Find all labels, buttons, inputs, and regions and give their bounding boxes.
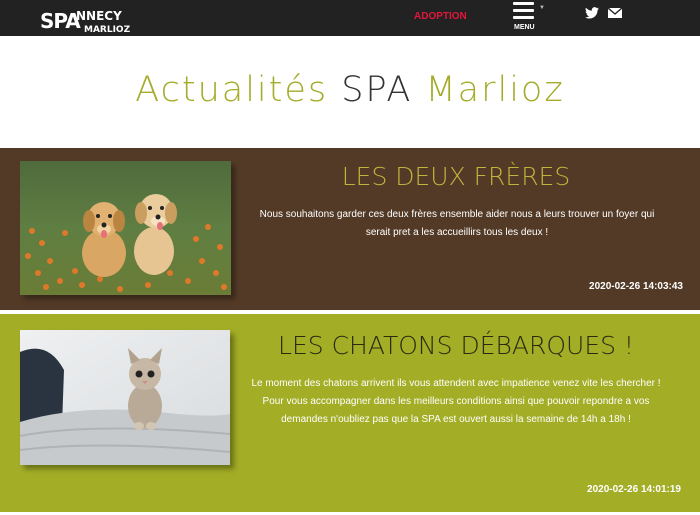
article-excerpt: Le moment des chatons arrivent ils vous … (251, 378, 661, 425)
logo-brand: SPA (40, 9, 81, 33)
article-date: 2020-02-26 14:01:19 (587, 484, 681, 495)
puppies-photo[interactable] (20, 161, 231, 295)
puppies-image (20, 161, 231, 295)
page-title-part2: SPA (341, 70, 413, 110)
page-title-part1: Actualités (135, 70, 342, 110)
article-title[interactable]: LES CHATONS DÉBARQUES ! (250, 331, 662, 360)
hamburger-icon (513, 2, 534, 5)
adoption-link[interactable]: ADOPTION (414, 11, 467, 22)
caret-down-icon: ▼ (539, 5, 545, 11)
article-card: LES CHATONS DÉBARQUES ! Le moment des ch… (0, 314, 700, 512)
page-title-part3: Marlioz (412, 70, 565, 110)
twitter-icon[interactable] (585, 7, 599, 19)
article-date: 2020-02-26 14:03:43 (589, 281, 683, 292)
top-navigation-bar: SPA NNECY MARLIOZ ADOPTION ▼ MENU (0, 0, 700, 59)
spa-logo[interactable]: SPA NNECY MARLIOZ (36, 4, 130, 62)
hamburger-icon-bar (513, 16, 534, 19)
article-title[interactable]: LES DEUX FRÈRES (250, 162, 662, 191)
logo-animals-icon (58, 39, 119, 59)
hamburger-icon-bar (513, 9, 534, 12)
menu-label: MENU (514, 24, 535, 31)
page-title: Actualités SPA Marlioz (0, 70, 700, 110)
article-excerpt: Nous souhaitons garder ces deux frères e… (259, 209, 655, 238)
menu-button[interactable]: ▼ MENU (510, 1, 545, 33)
logo-city: NNECY (76, 9, 122, 23)
kitten-image (20, 330, 230, 465)
mail-icon[interactable] (608, 8, 622, 18)
kitten-photo[interactable] (20, 330, 230, 465)
article-card: LES DEUX FRÈRES Nous souhaitons garder c… (0, 148, 700, 310)
